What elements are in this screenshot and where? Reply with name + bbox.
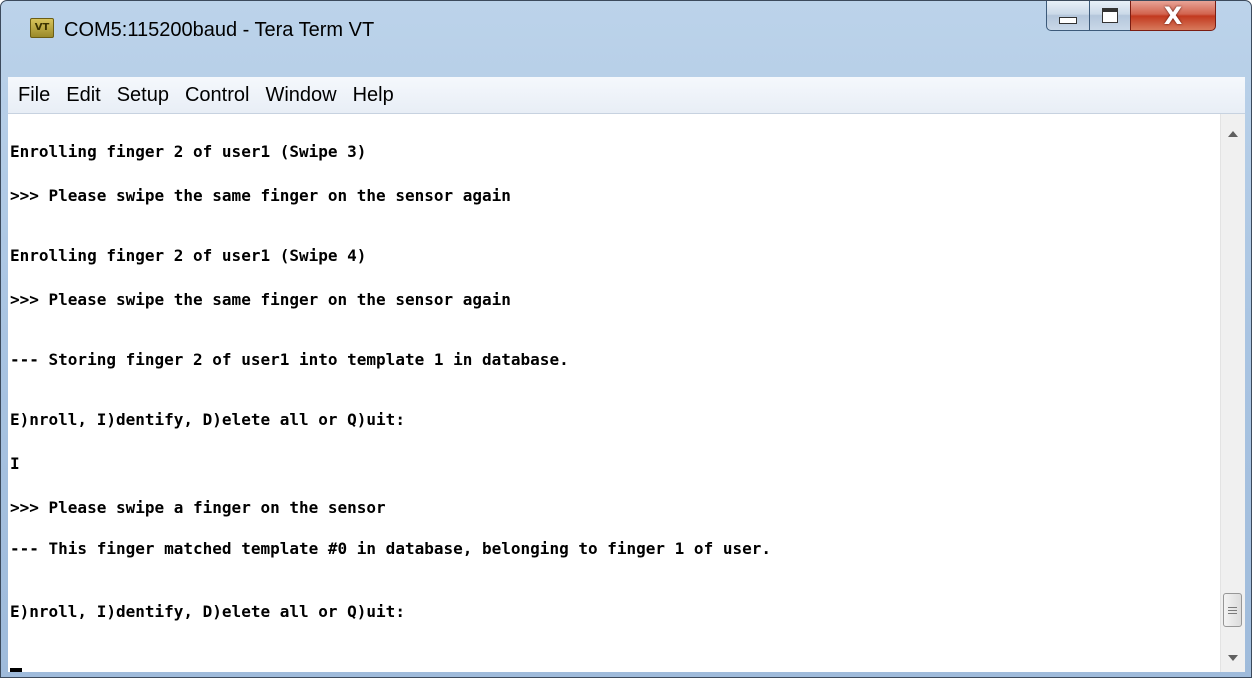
menu-file[interactable]: File <box>10 77 58 113</box>
grip-line <box>1228 612 1237 614</box>
menu-help[interactable]: Help <box>345 77 402 113</box>
text-cursor <box>10 668 22 672</box>
tera-term-window: VT COM5:115200baud - Tera Term VT X File… <box>0 0 1252 678</box>
terminal-output[interactable]: Enrolling finger 2 of user1 (Swipe 3) >>… <box>8 114 1220 672</box>
terminal-line: >>> Please swipe the same finger on the … <box>10 186 511 205</box>
minimize-icon <box>1059 16 1077 24</box>
arrow-up-icon <box>1228 131 1238 137</box>
menu-edit[interactable]: Edit <box>58 77 108 113</box>
scroll-thumb[interactable] <box>1223 593 1242 627</box>
tera-term-app-icon[interactable]: VT <box>30 18 54 38</box>
maximize-button[interactable] <box>1089 1 1131 31</box>
close-icon: X <box>1163 1 1183 30</box>
minimize-button[interactable] <box>1046 1 1090 31</box>
grip-line <box>1228 609 1237 611</box>
grip-icon <box>1228 606 1237 608</box>
scroll-up-button[interactable] <box>1221 122 1245 146</box>
menu-control[interactable]: Control <box>177 77 257 113</box>
terminal-line: E)nroll, I)dentify, D)elete all or Q)uit… <box>10 410 405 429</box>
arrow-down-icon <box>1228 655 1238 661</box>
terminal-line: >>> Please swipe the same finger on the … <box>10 290 511 309</box>
scroll-down-button[interactable] <box>1221 646 1245 670</box>
terminal-line: I <box>10 454 20 473</box>
terminal-line: --- This finger matched template #0 in d… <box>10 539 771 558</box>
window-title: COM5:115200baud - Tera Term VT <box>64 19 375 41</box>
terminal-line: Enrolling finger 2 of user1 (Swipe 3) <box>10 142 367 161</box>
terminal-line: Enrolling finger 2 of user1 (Swipe 4) <box>10 246 367 265</box>
menu-bar: File Edit Setup Control Window Help <box>8 77 1245 114</box>
terminal-line: --- Storing finger 2 of user1 into templ… <box>10 350 569 369</box>
menu-window[interactable]: Window <box>257 77 344 113</box>
close-button[interactable]: X <box>1130 1 1216 31</box>
maximize-icon <box>1102 8 1118 23</box>
terminal-line: >>> Please swipe a finger on the sensor <box>10 498 386 517</box>
vertical-scrollbar[interactable] <box>1220 114 1245 672</box>
menu-setup[interactable]: Setup <box>109 77 177 113</box>
terminal-line: E)nroll, I)dentify, D)elete all or Q)uit… <box>10 602 405 621</box>
title-bar[interactable]: VT COM5:115200baud - Tera Term VT X <box>1 1 1251 45</box>
